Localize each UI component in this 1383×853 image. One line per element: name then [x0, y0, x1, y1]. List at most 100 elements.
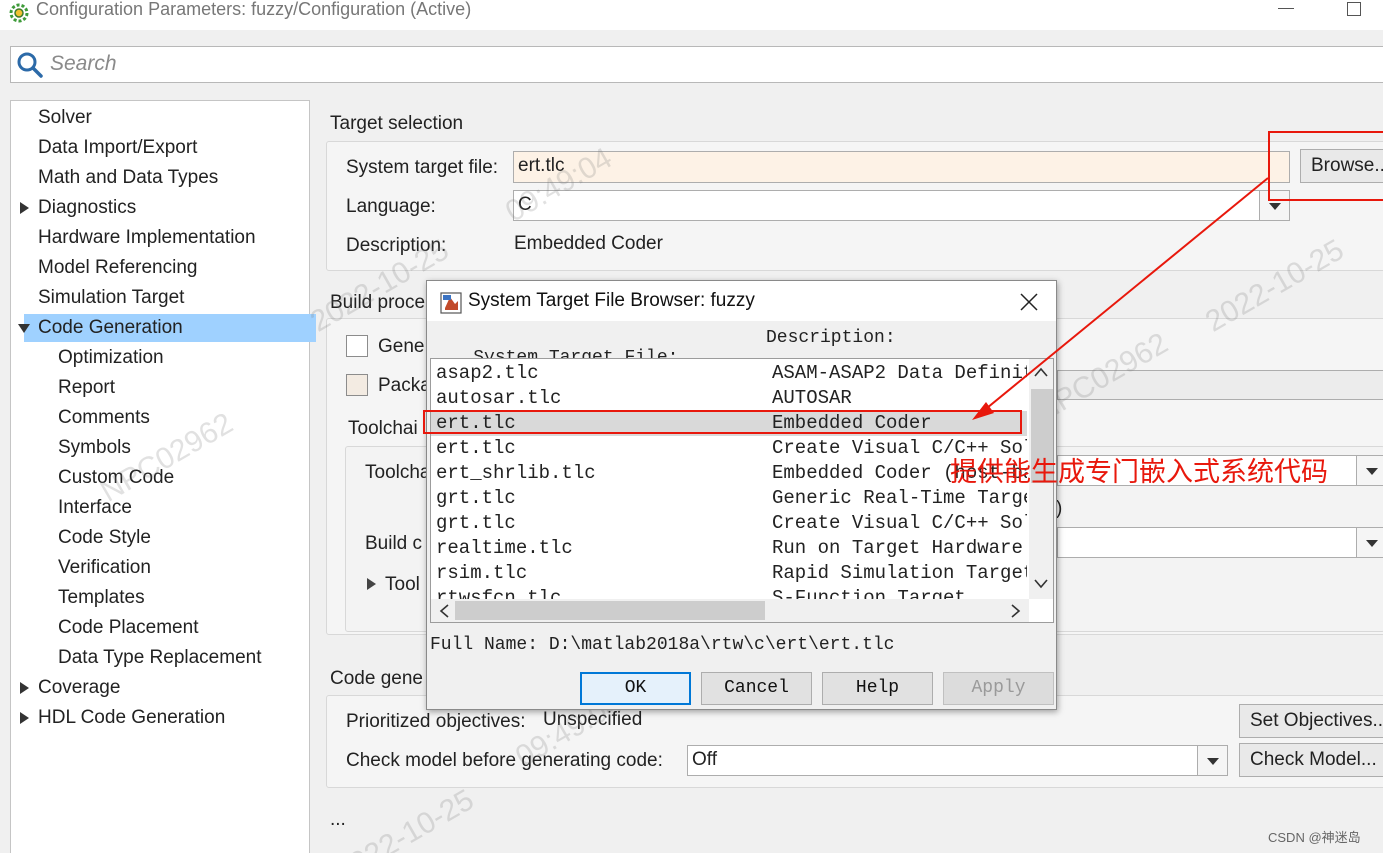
prioritized-objectives-label: Prioritized objectives:: [346, 711, 526, 732]
tree-item-label: Custom Code: [58, 467, 175, 488]
tree-item-comments[interactable]: Comments: [10, 404, 306, 432]
tree-item-solver[interactable]: Solver: [10, 104, 306, 132]
tree-item-simulation-target[interactable]: Simulation Target: [10, 284, 306, 312]
expanded-arrow-icon[interactable]: [18, 322, 30, 334]
package-code-checkbox[interactable]: [346, 374, 368, 396]
target-file-name: realtime.tlc: [436, 537, 573, 559]
tree-item-code-style[interactable]: Code Style: [10, 524, 306, 552]
tree-item-data-import-export[interactable]: Data Import/Export: [10, 134, 306, 162]
full-name-path: Full Name: D:\matlab2018a\rtw\c\ert\ert.…: [430, 635, 895, 655]
minimize-icon[interactable]: [1278, 8, 1294, 9]
target-file-row[interactable]: realtime.tlc Run on Target Hardware: [431, 536, 1027, 561]
check-model-button[interactable]: Check Model...: [1239, 743, 1383, 777]
target-file-row[interactable]: asap2.tlcASAM-ASAP2 Data Definition Targ…: [431, 361, 1027, 386]
target-file-name: autosar.tlc: [436, 387, 562, 409]
check-model-select[interactable]: Off: [687, 745, 1198, 776]
tree-item-model-referencing[interactable]: Model Referencing: [10, 254, 306, 282]
collapsed-arrow-icon[interactable]: [18, 202, 30, 214]
tree-item-label: Coverage: [38, 677, 121, 698]
annotation-text: 提供能生成专门嵌入式系统代码: [950, 457, 1328, 488]
tree-item-label: Verification: [58, 557, 151, 578]
tree-item-label: Data Type Replacement: [58, 647, 262, 668]
target-file-description: Generic Real-Time Target: [772, 487, 1027, 509]
description-value: Embedded Coder: [514, 233, 663, 254]
matlab-window-icon: [440, 292, 462, 314]
tool-details-label: Tool: [385, 574, 420, 595]
collapsed-arrow-icon[interactable]: [18, 712, 30, 724]
watermark-date: 2022-10-25: [330, 783, 480, 853]
scroll-down-icon[interactable]: [1034, 579, 1048, 589]
tree-item-code-placement[interactable]: Code Placement: [10, 614, 306, 642]
tree-item-label: Interface: [58, 497, 132, 518]
help-button[interactable]: Help: [822, 672, 933, 705]
horizontal-scroll-thumb[interactable]: [455, 601, 765, 620]
tree-item-diagnostics[interactable]: Diagnostics: [10, 194, 306, 222]
search-icon: [17, 52, 43, 78]
tree-item-label: Model Referencing: [38, 257, 198, 278]
tree-item-symbols[interactable]: Symbols: [10, 434, 306, 462]
tree-item-label: Comments: [58, 407, 150, 428]
build-configuration-select[interactable]: [1057, 527, 1357, 558]
tree-item-label: Symbols: [58, 437, 131, 458]
language-label: Language:: [346, 196, 436, 217]
tree-item-label: Diagnostics: [38, 197, 137, 218]
collapsed-arrow-icon[interactable]: [18, 682, 30, 694]
set-objectives-button[interactable]: Set Objectives...: [1239, 704, 1383, 738]
tree-item-interface[interactable]: Interface: [10, 494, 306, 522]
build-configuration-dropdown-button[interactable]: [1356, 527, 1383, 558]
target-file-row[interactable]: ert.tlcCreate Visual C/C++ Solution File: [431, 436, 1027, 461]
cancel-button[interactable]: Cancel: [701, 672, 812, 705]
build-configuration-label: Build c: [365, 533, 423, 554]
check-model-label: Check model before generating code:: [346, 750, 663, 771]
chevron-down-icon: [1366, 540, 1378, 547]
target-file-row[interactable]: ert_shrlib.tlcEmbedded Coder (host-based…: [431, 461, 1027, 486]
tree-item-label: Code Style: [58, 527, 151, 548]
tree-item-label: Optimization: [58, 347, 164, 368]
tree-item-label: Math and Data Types: [38, 167, 219, 188]
tree-item-label: Code Placement: [58, 617, 199, 638]
tree-item-label: Solver: [38, 107, 92, 128]
tree-item-report[interactable]: Report: [10, 374, 306, 402]
simulink-gear-icon: [9, 3, 29, 23]
annotation-arrow-icon: [972, 177, 1269, 420]
tree-item-code-generation[interactable]: Code Generation: [18, 314, 316, 342]
check-model-dropdown-button[interactable]: [1197, 745, 1228, 776]
target-file-description: Run on Target Hardware: [772, 537, 1023, 559]
target-file-name: grt.tlc: [436, 487, 516, 509]
ok-button[interactable]: OK: [580, 672, 691, 705]
tree-item-math-and-data-types[interactable]: Math and Data Types: [10, 164, 306, 192]
tree-item-coverage[interactable]: Coverage: [10, 674, 306, 702]
target-file-description: Rapid Simulation Target: [772, 562, 1027, 584]
tree-item-label: HDL Code Generation: [38, 707, 226, 728]
tree-item-hardware-implementation[interactable]: Hardware Implementation: [10, 224, 306, 252]
maximize-icon[interactable]: [1347, 2, 1361, 16]
tree-item-templates[interactable]: Templates: [10, 584, 306, 612]
toolchain-dropdown-button[interactable]: [1356, 455, 1383, 486]
apply-button: Apply: [943, 672, 1054, 705]
tree-item-data-type-replacement[interactable]: Data Type Replacement: [10, 644, 306, 672]
target-selection-title: Target selection: [330, 113, 464, 134]
tree-item-label: Data Import/Export: [38, 137, 198, 158]
tree-item-hdl-code-generation[interactable]: HDL Code Generation: [10, 704, 306, 732]
target-file-name: rsim.tlc: [436, 562, 528, 584]
target-file-row[interactable]: rsim.tlc Rapid Simulation Target: [431, 561, 1027, 586]
scroll-right-icon[interactable]: [1011, 604, 1021, 618]
expand-arrow-icon[interactable]: [366, 577, 378, 591]
window-title: Configuration Parameters: fuzzy/Configur…: [36, 0, 472, 19]
generate-code-only-checkbox[interactable]: [346, 335, 368, 357]
target-file-row[interactable]: autosar.tlc AUTOSAR: [431, 386, 1027, 411]
search-input[interactable]: [50, 49, 650, 79]
target-file-name: ert_shrlib.tlc: [436, 462, 596, 484]
target-file-row[interactable]: grt.tlc Create Visual C/C++ Solution File: [431, 511, 1027, 536]
tree-item-label: Code Generation: [38, 317, 183, 338]
target-file-row[interactable]: grt.tlc Generic Real-Time Target: [431, 486, 1027, 511]
tree-item-verification[interactable]: Verification: [10, 554, 306, 582]
chevron-down-icon: [1207, 758, 1219, 765]
target-file-name: grt.tlc: [436, 512, 516, 534]
more-ellipsis: ...: [330, 809, 346, 830]
annotation-box-browse: [1268, 131, 1383, 201]
tree-item-custom-code[interactable]: Custom Code: [10, 464, 306, 492]
annotation-box-selected-row: [423, 410, 1022, 434]
scroll-left-icon[interactable]: [439, 604, 449, 618]
tree-item-optimization[interactable]: Optimization: [10, 344, 306, 372]
